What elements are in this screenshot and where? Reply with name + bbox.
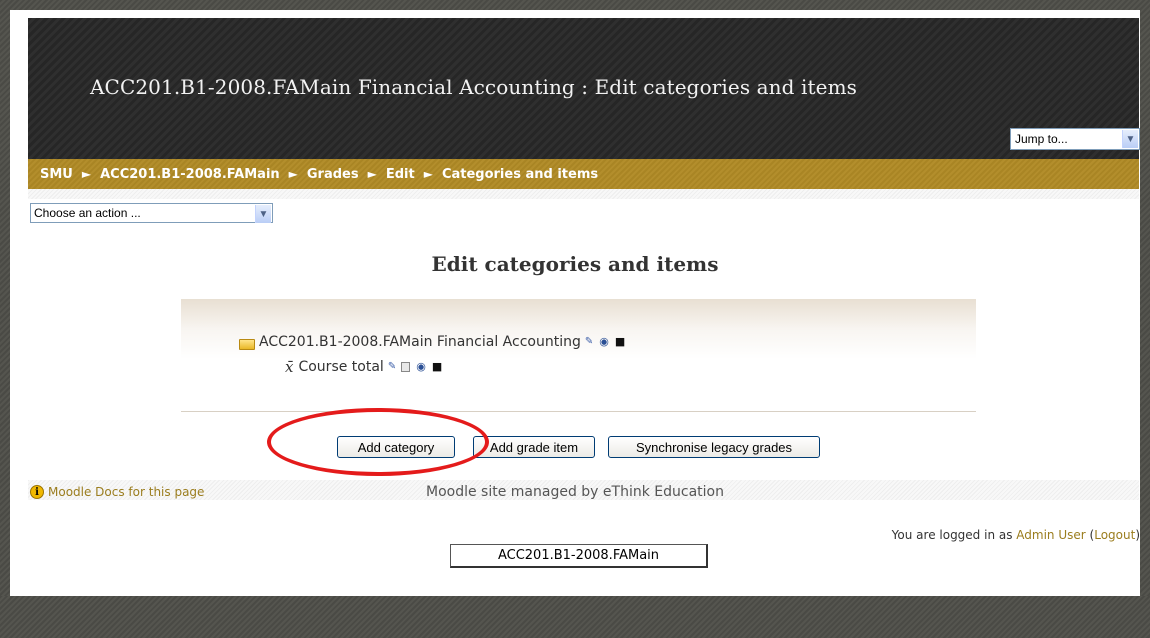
breadcrumb-smu[interactable]: SMU [40,167,73,182]
breadcrumb-separator-icon: ► [367,167,377,181]
logout-close: ) [1135,528,1140,542]
calculator-icon[interactable] [401,362,411,372]
breadcrumb-edit[interactable]: Edit [386,167,415,182]
login-prefix: You are logged in as [891,528,1017,542]
edit-icon[interactable]: ✎ [585,337,593,347]
logout-link[interactable]: Logout [1094,528,1135,542]
login-info: You are logged in as Admin User (Logout) [892,528,1140,542]
lock-icon[interactable]: ■ [615,336,625,347]
page-title: ACC201.B1-2008.FAMain Financial Accounti… [90,75,857,99]
main-heading: Edit categories and items [431,252,719,276]
breadcrumb-separator-icon: ► [288,167,298,181]
nav-subbar [28,189,1139,199]
logout-open: ( [1085,528,1095,542]
chevron-down-icon[interactable]: ▼ [1122,130,1138,148]
breadcrumb-separator-icon: ► [423,167,433,181]
choose-action-select[interactable]: Choose an action ... ▼ [30,203,273,223]
breadcrumb: SMU ► ACC201.B1-2008.FAMain ► Grades ► E… [28,159,1139,189]
site-header: ACC201.B1-2008.FAMain Financial Accounti… [28,18,1140,159]
tree-row-category: ACC201.B1-2008.FAMain Financial Accounti… [239,334,625,350]
choose-action-value: Choose an action ... [34,206,141,220]
synchronise-legacy-grades-button[interactable]: Synchronise legacy grades [608,436,820,458]
tree-row-course-total: x̄ Course total ✎ ◉ ■ [285,358,442,376]
managed-by-text: Moodle site managed by eThink Education [426,484,724,500]
add-category-button[interactable]: Add category [337,436,455,458]
add-grade-item-button[interactable]: Add grade item [473,436,595,458]
moodle-page: ACC201.B1-2008.FAMain Financial Accounti… [10,10,1140,596]
window-background [0,596,1150,638]
folder-icon [239,338,255,350]
breadcrumb-separator-icon: ► [81,167,92,181]
course-home-button[interactable]: ACC201.B1-2008.FAMain [450,544,708,568]
mean-symbol-icon: x̄ [285,358,294,376]
grade-tree: ACC201.B1-2008.FAMain Financial Accounti… [181,299,976,412]
eye-icon[interactable]: ◉ [599,336,609,347]
jump-to-value: Jump to... [1015,132,1068,146]
user-link[interactable]: Admin User [1016,528,1085,542]
jump-to-select[interactable]: Jump to... ▼ [1010,128,1140,150]
lock-icon[interactable]: ■ [432,361,442,372]
chevron-down-icon[interactable]: ▼ [255,205,271,223]
edit-icon[interactable]: ✎ [388,362,396,372]
breadcrumb-grades[interactable]: Grades [307,167,359,182]
eye-icon[interactable]: ◉ [416,361,426,372]
category-name: ACC201.B1-2008.FAMain Financial Accounti… [259,334,581,350]
breadcrumb-current: Categories and items [441,166,599,182]
course-total-label: Course total [298,359,384,375]
breadcrumb-course[interactable]: ACC201.B1-2008.FAMain [100,167,280,182]
